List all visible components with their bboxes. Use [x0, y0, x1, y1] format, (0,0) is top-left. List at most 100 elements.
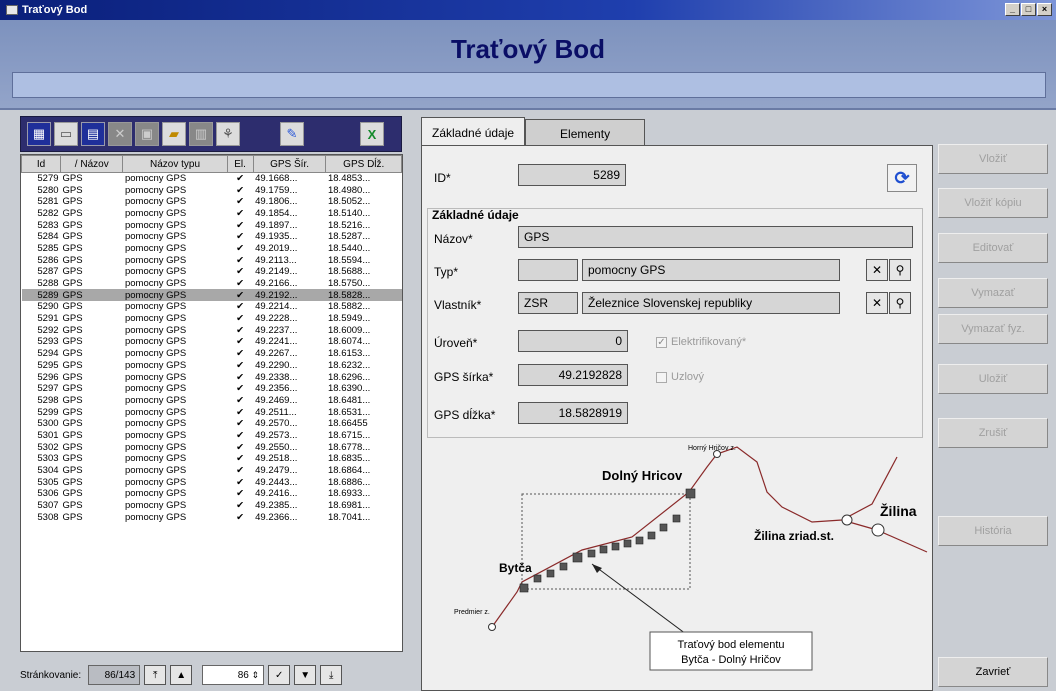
table-row[interactable]: 5288 GPS pomocny GPS ✔ 49.2166... 18.5750...	[22, 278, 402, 290]
check-icon[interactable]: ✓	[268, 665, 291, 685]
cell-gps-dlzka: 18.5688...	[327, 266, 371, 278]
first-page-icon[interactable]: ⤒	[144, 665, 167, 685]
table-row[interactable]: 5301 GPS pomocny GPS ✔ 49.2573... 18.6715...	[22, 430, 402, 442]
clear-typ-icon[interactable]: ✕	[866, 259, 888, 281]
table-row[interactable]: 5299 GPS pomocny GPS ✔ 49.2511... 18.6531...	[22, 406, 402, 418]
page-size-input[interactable]: 86 ⇕	[202, 665, 265, 685]
maximize-icon[interactable]: □	[1021, 3, 1036, 16]
table-row[interactable]: 5292 GPS pomocny GPS ✔ 49.2237... 18.6009...	[22, 324, 402, 336]
prev-page-icon[interactable]: ▲	[170, 665, 193, 685]
table-row[interactable]: 5285 GPS pomocny GPS ✔ 49.2019... 18.5440...	[22, 243, 402, 255]
cell-typ: pomocny GPS	[124, 173, 187, 185]
editovat-button[interactable]: Editovať	[938, 233, 1048, 263]
cell-typ: pomocny GPS	[124, 348, 187, 360]
table-row[interactable]: 5308 GPS pomocny GPS ✔ 49.2366... 18.7041...	[22, 511, 402, 523]
col-header-typ[interactable]: Názov typu	[122, 155, 228, 173]
save-icon[interactable]: ▣	[135, 122, 159, 146]
export-excel-icon[interactable]: X	[360, 122, 384, 146]
spinner-icon[interactable]: ⇕	[252, 670, 260, 681]
vlastnik-field[interactable]: Železnice Slovenskej republiky	[582, 292, 840, 314]
search-vlastnik-icon[interactable]: ⚲	[889, 292, 911, 314]
table-row[interactable]: 5298 GPS pomocny GPS ✔ 49.2469... 18.6481...	[22, 395, 402, 407]
col-header-gps-dlzka[interactable]: GPS Dĺž.	[325, 155, 402, 173]
table-row[interactable]: 5293 GPS pomocny GPS ✔ 49.2241... 18.6074...	[22, 336, 402, 348]
table-row[interactable]: 5283 GPS pomocny GPS ✔ 49.1897... 18.5216...	[22, 219, 402, 231]
table-row[interactable]: 5279 GPS pomocny GPS ✔ 49.1668... 18.4853...	[22, 173, 402, 185]
table-row[interactable]: 5297 GPS pomocny GPS ✔ 49.2356... 18.6390...	[22, 383, 402, 395]
cell-nazov: GPS	[62, 254, 83, 266]
last-page-icon[interactable]: ⤓	[320, 665, 343, 685]
table-row[interactable]: 5289 GPS pomocny GPS ✔ 49.2192... 18.5828...	[21, 289, 402, 302]
uroven-field[interactable]: 0	[518, 330, 628, 352]
table-row[interactable]: 5300 GPS pomocny GPS ✔ 49.2570... 18.66455	[22, 418, 402, 430]
typ-field[interactable]: pomocny GPS	[582, 259, 840, 281]
table-row[interactable]: 5290 GPS pomocny GPS ✔ 49.2214... 18.5882...	[22, 301, 402, 313]
cell-el: ✔	[236, 453, 245, 465]
zavriet-button[interactable]: Zavrieť	[938, 657, 1048, 687]
table-row[interactable]: 5282 GPS pomocny GPS ✔ 49.1854... 18.5140...	[22, 208, 402, 220]
table-row[interactable]: 5280 GPS pomocny GPS ✔ 49.1759... 18.4980...	[22, 184, 402, 196]
typ-code-field[interactable]	[518, 259, 578, 281]
tree-icon[interactable]: ⚘	[216, 122, 240, 146]
delete-record-icon[interactable]: ✕	[108, 122, 132, 146]
refresh-icon[interactable]: ⟳	[887, 164, 917, 192]
col-header-el[interactable]: El.	[226, 155, 254, 173]
ulozit-button[interactable]: Uložiť	[938, 364, 1048, 394]
table-row[interactable]: 5281 GPS pomocny GPS ✔ 49.1806... 18.5052...	[22, 196, 402, 208]
grid-view-icon[interactable]: ▦	[27, 122, 51, 146]
uzlovy-checkbox[interactable]: Uzlový	[656, 371, 704, 383]
cell-typ: pomocny GPS	[124, 511, 187, 523]
cell-el: ✔	[236, 196, 245, 208]
tab-zakladne-udaje[interactable]: Základné údaje	[421, 117, 526, 147]
elektrifikovany-checkbox[interactable]: ✓ Elektrifikovaný*	[656, 336, 746, 348]
gps-sirka-field[interactable]: 49.2192828	[518, 364, 628, 386]
trash-icon[interactable]: ▥	[189, 122, 213, 146]
vymazat-button[interactable]: Vymazať	[938, 278, 1048, 308]
table-row[interactable]: 5302 GPS pomocny GPS ✔ 49.2550... 18.6778...	[22, 441, 402, 453]
cell-el: ✔	[236, 476, 245, 488]
header-banner: Traťový Bod	[0, 20, 1056, 110]
table-row[interactable]: 5287 GPS pomocny GPS ✔ 49.2149... 18.5688...	[22, 266, 402, 278]
vlastnik-code-field[interactable]: ZSR	[518, 292, 578, 314]
search-typ-icon[interactable]: ⚲	[889, 259, 911, 281]
table-row[interactable]: 5303 GPS pomocny GPS ✔ 49.2518... 18.6835...	[22, 453, 402, 465]
cell-el: ✔	[236, 441, 245, 453]
cell-nazov: GPS	[62, 348, 83, 360]
cell-el: ✔	[236, 324, 245, 336]
edit-icon[interactable]: ✎	[280, 122, 304, 146]
col-header-gps-sirka[interactable]: GPS Šír.	[252, 155, 327, 173]
table-row[interactable]: 5305 GPS pomocny GPS ✔ 49.2443... 18.6886...	[22, 476, 402, 488]
form-view-icon[interactable]: ▭	[54, 122, 78, 146]
table-row[interactable]: 5296 GPS pomocny GPS ✔ 49.2338... 18.6296...	[22, 371, 402, 383]
table-row[interactable]: 5286 GPS pomocny GPS ✔ 49.2113... 18.5594...	[22, 254, 402, 266]
vlozit-button[interactable]: Vložiť	[938, 144, 1048, 174]
zrusit-button[interactable]: Zrušiť	[938, 418, 1048, 448]
table-row[interactable]: 5304 GPS pomocny GPS ✔ 49.2479... 18.6864...	[22, 465, 402, 477]
close-icon[interactable]: ×	[1037, 3, 1052, 16]
app-icon	[6, 5, 18, 15]
table-view-icon[interactable]: ▤	[81, 122, 105, 146]
gps-dlzka-field[interactable]: 18.5828919	[518, 402, 628, 424]
track-map[interactable]: Horný Hričov z. Dolný Hricov Žilina Žili…	[422, 442, 932, 690]
minimize-icon[interactable]: _	[1005, 3, 1020, 16]
vymazat-fyz-button[interactable]: Vymazať fyz.	[938, 314, 1048, 344]
table-row[interactable]: 5307 GPS pomocny GPS ✔ 49.2385... 18.6981...	[22, 500, 402, 512]
clear-vlastnik-icon[interactable]: ✕	[866, 292, 888, 314]
table-row[interactable]: 5295 GPS pomocny GPS ✔ 49.2290... 18.6232...	[22, 360, 402, 372]
open-folder-icon[interactable]: ▰	[162, 122, 186, 146]
vlozit-kopiu-button[interactable]: Vložiť kópiu	[938, 188, 1048, 218]
table-row[interactable]: 5291 GPS pomocny GPS ✔ 49.2228... 18.5949...	[22, 313, 402, 325]
col-header-id[interactable]: Id	[21, 155, 62, 173]
tab-elementy[interactable]: Elementy	[525, 119, 646, 147]
cell-gps-sirka: 49.2019...	[255, 242, 298, 254]
cell-id: 5282	[37, 207, 59, 219]
historia-button[interactable]: História	[938, 516, 1048, 546]
nazov-field[interactable]: GPS	[518, 226, 913, 248]
window-controls: _ □ ×	[1005, 3, 1052, 16]
table-row[interactable]: 5284 GPS pomocny GPS ✔ 49.1935... 18.5287...	[22, 231, 402, 243]
col-header-nazov[interactable]: / Názov	[60, 155, 124, 173]
next-page-icon[interactable]: ▼	[294, 665, 317, 685]
table-row[interactable]: 5306 GPS pomocny GPS ✔ 49.2416... 18.6933...	[22, 488, 402, 500]
table-row[interactable]: 5294 GPS pomocny GPS ✔ 49.2267... 18.6153...	[22, 348, 402, 360]
cell-nazov: GPS	[62, 418, 83, 430]
